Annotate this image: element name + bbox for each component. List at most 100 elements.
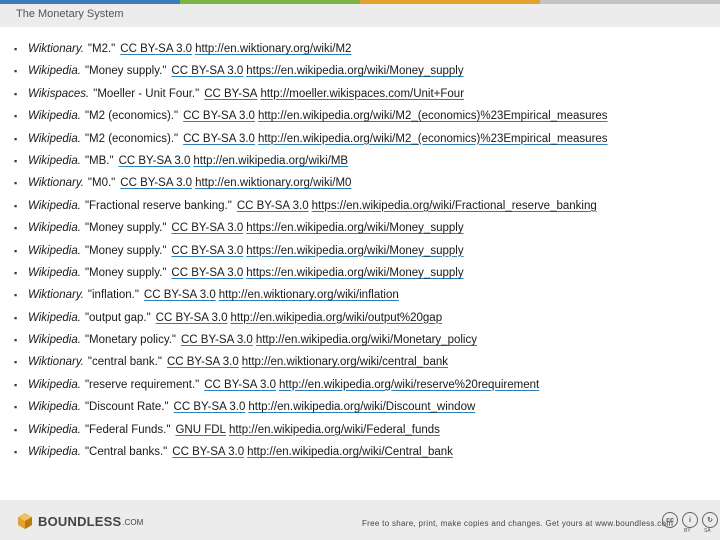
license-link[interactable]: CC BY-SA 3.0 [120,38,192,60]
source-url-link[interactable]: http://en.wikipedia.org/wiki/MB [193,150,348,172]
bullet-icon: ▪ [14,267,18,278]
license-link[interactable]: CC BY-SA 3.0 [120,172,192,194]
reference-item: ▪ Wikipedia. "Discount Rate." CC BY-SA 3.0 h… [14,396,714,418]
bullet-icon: ▪ [14,379,18,390]
reference-item: ▪ Wikipedia. "Money supply." CC BY-SA 3.0 ht… [14,60,714,82]
reference-source: Wikispaces. [28,87,90,100]
reference-item: ▪ Wiktionary. "M2." CC BY-SA 3.0 http://en.w… [14,38,714,60]
bullet-icon: ▪ [14,178,18,189]
reference-title: "M2." [87,43,116,55]
reference-source: Wikipedia. [28,266,81,279]
bullet-icon: ▪ [14,155,18,166]
license-link[interactable]: CC BY-SA 3.0 [172,441,244,463]
cc-by-label: BY [684,528,691,534]
bullet-icon: ▪ [14,424,18,435]
reference-source: Wikipedia. [28,423,81,436]
reference-title: "M2 (economics)." [84,110,179,123]
reference-source: Wikipedia. [28,132,81,145]
source-url-link[interactable]: http://en.wiktionary.org/wiki/inflation [219,284,399,306]
reference-source: Wikipedia. [28,199,81,212]
bullet-icon: ▪ [14,44,18,54]
reference-source: Wikipedia. [28,378,81,391]
source-url-link[interactable]: http://en.wikipedia.org/wiki/Central_ban… [247,441,453,463]
bullet-icon: ▪ [14,200,18,211]
footer-tagline: Free to share, print, make copies and ch… [362,519,674,528]
source-url-link[interactable]: http://en.wikipedia.org/wiki/output%20ga… [230,307,442,329]
reference-item: ▪ Wikipedia. "Federal Funds." GNU FDL http:/… [14,419,714,441]
bullet-icon: ▪ [14,357,18,368]
source-url-link[interactable]: http://moeller.wikispaces.com/Unit+Four [260,83,464,105]
cc-sa-label: SA [704,528,711,534]
license-link[interactable]: CC BY-SA 3.0 [181,329,253,351]
source-url-link[interactable]: https://en.wikipedia.org/wiki/Money_supp… [246,240,463,262]
reference-item: ▪ Wikipedia. "Central banks." CC BY-SA 3.0 h… [14,441,714,463]
license-link[interactable]: CC BY-SA 3.0 [171,240,243,262]
reference-item: ▪ Wikispaces. "Moeller - Unit Four." CC BY-… [14,83,714,105]
attribution-icon: i [682,512,698,528]
bullet-icon: ▪ [14,88,18,99]
reference-title: "Central banks." [84,446,168,459]
reference-source: Wikipedia. [28,154,81,167]
slide-footer: BOUNDLESS .COM Free to share, print, mak… [0,500,720,540]
reference-item: ▪ Wikipedia. "Monetary policy." CC BY-SA 3.… [14,329,714,351]
reference-source: Wikipedia. [28,311,81,324]
source-url-link[interactable]: http://en.wikipedia.org/wiki/Federal_fun… [229,419,440,441]
license-link[interactable]: CC BY-SA 3.0 [144,284,216,306]
reference-title: "Moeller - Unit Four." [93,87,200,100]
reference-title: "Money supply." [84,244,167,257]
source-url-link[interactable]: https://en.wikipedia.org/wiki/Fractional… [312,195,597,217]
reference-title: "Discount Rate." [84,401,169,414]
reference-source: Wikipedia. [28,446,81,459]
reference-list: ▪ Wiktionary. "M2." CC BY-SA 3.0 http://en.w… [14,38,714,463]
reference-title: "output gap." [84,311,151,324]
source-url-link[interactable]: http://en.wikipedia.org/wiki/Discount_wi… [248,396,475,418]
bullet-icon: ▪ [14,245,18,256]
reference-item: ▪ Wikipedia. "output gap." CC BY-SA 3.0 http… [14,307,714,329]
reference-title: "inflation." [87,289,139,302]
license-link[interactable]: CC BY-SA 3.0 [167,351,239,373]
source-url-link[interactable]: http://en.wikipedia.org/wiki/reserve%20r… [279,374,539,396]
source-url-link[interactable]: http://en.wikipedia.org/wiki/Monetary_po… [256,329,477,351]
source-url-link[interactable]: http://en.wiktionary.org/wiki/M0 [195,172,351,194]
bullet-icon: ▪ [14,133,18,144]
cc-icon: cc [662,512,678,528]
source-url-link[interactable]: http://en.wiktionary.org/wiki/M2 [195,38,351,60]
license-link[interactable]: CC BY-SA 3.0 [119,150,191,172]
source-url-link[interactable]: https://en.wikipedia.org/wiki/Money_supp… [246,262,463,284]
license-link[interactable]: CC BY-SA 3.0 [183,128,255,150]
license-link[interactable]: CC BY-SA 3.0 [156,307,228,329]
reference-item: ▪ Wikipedia. "Money supply." CC BY-SA 3.0 ht… [14,262,714,284]
share-alike-icon: ↻ [702,512,718,528]
bullet-icon: ▪ [14,66,18,77]
license-link[interactable]: CC BY-SA 3.0 [204,374,276,396]
license-link[interactable]: CC BY-SA 3.0 [183,105,255,127]
reference-title: "Money supply." [84,266,167,279]
cc-license-icons[interactable]: cc i ↻ [662,512,718,528]
source-url-link[interactable]: https://en.wikipedia.org/wiki/Money_supp… [246,60,463,82]
license-link[interactable]: CC BY-SA 3.0 [174,396,246,418]
source-url-link[interactable]: http://en.wikipedia.org/wiki/M2_(economi… [258,128,608,150]
boundless-logo[interactable]: BOUNDLESS .COM [16,512,143,530]
reference-source: Wiktionary. [28,289,84,302]
license-link[interactable]: CC BY-SA 3.0 [171,217,243,239]
reference-item: ▪ Wiktionary. "M0." CC BY-SA 3.0 http://en.w… [14,172,714,194]
license-link[interactable]: CC BY-SA 3.0 [171,262,243,284]
reference-title: "Federal Funds." [84,423,171,436]
reference-item: ▪ Wiktionary. "central bank." CC BY-SA 3.0 h… [14,351,714,373]
reference-source: Wikipedia. [28,222,81,235]
reference-item: ▪ Wikipedia. "reserve requirement." CC BY-S… [14,374,714,396]
license-link[interactable]: CC BY-SA [204,83,257,105]
source-url-link[interactable]: https://en.wikipedia.org/wiki/Money_supp… [246,217,463,239]
source-url-link[interactable]: http://en.wikipedia.org/wiki/M2_(economi… [258,105,608,127]
reference-title: "M2 (economics)." [84,132,179,145]
license-link[interactable]: GNU FDL [175,419,225,441]
reference-item: ▪ Wikipedia. "Fractional reserve banking."… [14,195,714,217]
source-url-link[interactable]: http://en.wiktionary.org/wiki/central_ba… [242,351,448,373]
reference-source: Wikipedia. [28,65,81,78]
license-link[interactable]: CC BY-SA 3.0 [171,60,243,82]
logo-suffix: .COM [122,518,144,527]
license-link[interactable]: CC BY-SA 3.0 [237,195,309,217]
reference-title: "Fractional reserve banking." [84,199,232,212]
bullet-icon: ▪ [14,290,18,301]
reference-source: Wikipedia. [28,401,81,414]
